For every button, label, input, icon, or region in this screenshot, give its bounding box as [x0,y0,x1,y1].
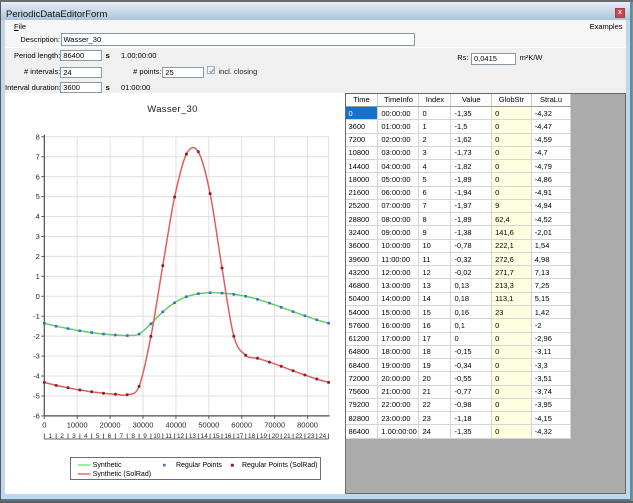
svg-text:50000: 50000 [198,420,219,429]
svg-text:20000: 20000 [100,420,121,429]
svg-text:8: 8 [36,132,40,141]
svg-text:2: 2 [36,252,40,261]
svg-text:19: 19 [260,433,268,440]
svg-text:11: 11 [165,433,172,440]
svg-text:5: 5 [36,192,40,201]
svg-text:17: 17 [236,433,244,440]
svg-text:1: 1 [36,272,40,281]
svg-text:22: 22 [295,433,303,440]
svg-text:-4: -4 [33,372,40,381]
svg-text:1: 1 [48,433,52,440]
svg-text:23: 23 [307,433,315,440]
svg-text:-1: -1 [33,312,40,321]
svg-text:13: 13 [189,433,197,440]
svg-text:-6: -6 [33,412,40,421]
svg-text:5: 5 [96,433,100,440]
svg-text:2: 2 [60,433,64,440]
svg-text:0: 0 [42,420,46,429]
svg-text:7: 7 [36,152,40,161]
svg-text:10000: 10000 [67,420,88,429]
svg-text:6: 6 [36,172,40,181]
svg-text:6: 6 [108,433,112,440]
svg-text:3: 3 [72,433,76,440]
svg-text:0: 0 [36,292,40,301]
svg-text:3: 3 [36,232,40,241]
svg-text:24: 24 [319,433,327,440]
svg-text:60000: 60000 [231,420,252,429]
svg-text:-5: -5 [33,392,40,401]
svg-text:16: 16 [224,433,232,440]
svg-text:10: 10 [153,433,161,440]
svg-text:30000: 30000 [133,420,154,429]
svg-text:4: 4 [84,433,88,440]
svg-text:40000: 40000 [165,420,186,429]
svg-text:4: 4 [36,212,40,221]
svg-text:21: 21 [284,433,292,440]
svg-text:70000: 70000 [264,420,285,429]
svg-text:-3: -3 [33,352,40,361]
svg-text:9: 9 [143,433,147,440]
svg-text:-2: -2 [33,332,40,341]
svg-text:14: 14 [201,433,209,440]
svg-text:80000: 80000 [297,420,318,429]
svg-text:15: 15 [213,433,221,440]
svg-text:18: 18 [248,433,256,440]
svg-text:12: 12 [177,433,185,440]
svg-text:7: 7 [120,433,124,440]
svg-text:8: 8 [131,433,135,440]
svg-text:20: 20 [272,433,280,440]
